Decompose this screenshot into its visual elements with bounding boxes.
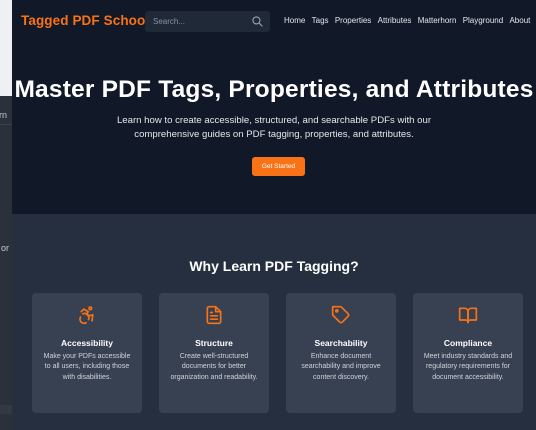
main-nav: Home Tags Properties Attributes Matterho… [284,16,530,25]
background-footer-bar [0,405,12,414]
nav-playground[interactable]: Playground [463,16,503,25]
nav-about[interactable]: About [509,16,530,25]
feature-card-title: Searchability [314,338,368,348]
nav-matterhorn[interactable]: Matterhorn [418,16,457,25]
browser-page: Tagged PDF School Home Tags Properties A… [12,0,536,430]
background-text-fragment: , or [0,243,10,253]
site-logo[interactable]: Tagged PDF School [21,13,149,28]
feature-card-compliance: Compliance Meet industry standards and r… [413,293,523,413]
site-header: Tagged PDF School Home Tags Properties A… [12,0,536,42]
feature-card-title: Structure [195,338,233,348]
feature-card-description: Enhance document searchability and impro… [301,353,381,381]
background-divider [0,124,12,125]
tag-icon [331,305,350,324]
book-icon [458,307,478,324]
section-heading: Why Learn PDF Tagging? [189,258,359,274]
why-section: Why Learn PDF Tagging? Accessibility Mak… [12,214,536,430]
search-icon[interactable] [251,15,264,28]
search-input[interactable] [145,11,253,32]
background-window: orn , or [0,0,12,430]
feature-card-description: Make your PDFs accessible to all users, … [43,353,131,381]
feature-card-structure: Structure Create well-structured documen… [159,293,269,413]
background-text-fragment: orn [0,110,8,120]
feature-card-title: Compliance [443,338,493,348]
hero-subtitle: Learn how to create accessible, structur… [116,115,432,140]
feature-card-title: Accessibility [61,338,113,348]
nav-tags[interactable]: Tags [312,16,329,25]
feature-card-searchability: Searchability Enhance document searchabi… [286,293,396,413]
accessibility-icon [79,306,94,325]
hero-section: Master PDF Tags, Properties, and Attribu… [12,42,536,214]
nav-properties[interactable]: Properties [335,16,371,25]
document-icon [206,305,222,325]
feature-card-accessibility: Accessibility Make your PDFs accessible … [32,293,142,413]
feature-card-description: Create well-structured documents for bet… [170,353,258,381]
hero-title: Master PDF Tags, Properties, and Attribu… [14,76,534,103]
nav-attributes[interactable]: Attributes [378,16,412,25]
nav-home[interactable]: Home [284,16,305,25]
feature-card-description: Meet industry standards and regulatory r… [423,353,513,381]
background-window-panel [0,96,12,430]
search-box[interactable] [145,11,270,32]
get-started-button[interactable]: Get Started [252,157,305,176]
